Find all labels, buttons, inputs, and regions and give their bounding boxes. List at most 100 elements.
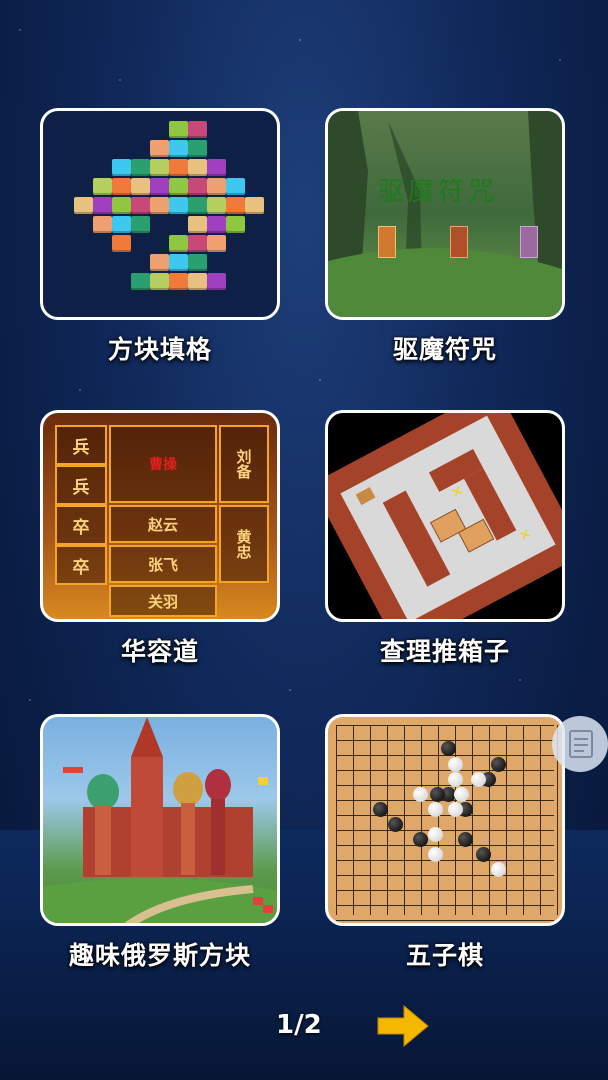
board-line	[523, 725, 524, 915]
black-stone	[476, 847, 491, 862]
board-line	[336, 920, 554, 921]
puzzle-block	[188, 235, 207, 252]
game-card-gomoku[interactable]	[325, 714, 565, 926]
board-line	[336, 725, 554, 726]
piece-huangzhong: 黄忠	[219, 505, 269, 583]
game-title-huarongdao: 华容道	[120, 637, 199, 666]
game-title-sokoban: 查理推箱子	[379, 637, 510, 666]
white-stone	[448, 802, 463, 817]
board-line	[506, 725, 507, 915]
board-line	[336, 860, 554, 861]
board-line	[455, 725, 456, 915]
puzzle-block	[131, 197, 150, 214]
white-stone	[428, 802, 443, 817]
board-line	[370, 725, 371, 915]
puzzle-block	[226, 216, 245, 233]
game-card-huarongdao[interactable]: 兵 兵 卒 卒 曹操 刘备 赵云 黄忠 张飞 关羽	[40, 410, 280, 622]
piece-zu-2: 卒	[55, 545, 107, 585]
piece-bing-1: 兵	[55, 425, 107, 465]
puzzle-block	[188, 273, 207, 290]
board-line	[438, 725, 439, 915]
puzzle-block	[131, 273, 150, 290]
game-card-exorcism[interactable]: 驱魔符咒	[325, 108, 565, 320]
white-stone	[448, 772, 463, 787]
puzzle-block	[169, 197, 188, 214]
black-stone	[491, 757, 506, 772]
game-title-block-fill: 方块填格	[107, 335, 212, 364]
puzzle-block	[188, 178, 207, 195]
puzzle-block	[188, 254, 207, 271]
puzzle-block	[188, 216, 207, 233]
puzzle-block	[150, 273, 169, 290]
puzzle-block	[207, 197, 226, 214]
puzzle-block	[188, 197, 207, 214]
puzzle-block	[188, 121, 207, 138]
white-stone	[428, 847, 443, 862]
puzzle-block	[112, 159, 131, 176]
puzzle-block	[169, 121, 188, 138]
puzzle-block	[169, 140, 188, 157]
white-stone	[428, 827, 443, 842]
side-document-button[interactable]	[552, 716, 608, 772]
piece-zu-1: 卒	[55, 505, 107, 545]
puzzle-block	[112, 178, 131, 195]
board-line	[404, 725, 405, 915]
talisman-2	[450, 226, 468, 258]
puzzle-block	[207, 159, 226, 176]
piece-zhangfei: 张飞	[109, 545, 217, 583]
forest-scene	[328, 111, 562, 317]
white-stone	[491, 862, 506, 877]
black-stone	[430, 787, 445, 802]
puzzle-block	[188, 140, 207, 157]
board-line	[472, 725, 473, 915]
board-line	[387, 725, 388, 915]
next-page-button[interactable]	[376, 1004, 430, 1048]
board-line	[336, 815, 554, 816]
puzzle-block	[150, 178, 169, 195]
black-stone	[458, 832, 473, 847]
puzzle-block	[226, 197, 245, 214]
puzzle-block	[226, 178, 245, 195]
board-line	[336, 875, 554, 876]
puzzle-block	[131, 159, 150, 176]
piece-guanyu: 关羽	[109, 585, 217, 617]
board-line	[353, 725, 354, 915]
puzzle-block	[207, 178, 226, 195]
puzzle-block	[112, 216, 131, 233]
puzzle-block	[169, 273, 188, 290]
puzzle-block	[150, 159, 169, 176]
white-stone	[413, 787, 428, 802]
board-line	[336, 905, 554, 906]
white-stone	[471, 772, 486, 787]
puzzle-block	[169, 254, 188, 271]
black-stone	[441, 741, 456, 756]
piece-liubei: 刘备	[219, 425, 269, 503]
arrow-right-icon	[377, 1004, 429, 1048]
puzzle-block	[150, 140, 169, 157]
page-indicator: 1/2	[276, 1010, 322, 1040]
game-card-tetris[interactable]	[40, 714, 280, 926]
puzzle-block	[112, 197, 131, 214]
talisman-1	[378, 226, 396, 258]
piece-caocao: 曹操	[109, 425, 217, 503]
puzzle-block	[207, 235, 226, 252]
game-card-sokoban[interactable]: ✕ ✕	[325, 410, 565, 622]
piece-zhaoyun: 赵云	[109, 505, 217, 543]
puzzle-block	[74, 197, 93, 214]
puzzle-block	[245, 197, 264, 214]
block-puzzle-preview	[43, 111, 277, 317]
board-line	[336, 785, 554, 786]
game-title-tetris: 趣味俄罗斯方块	[68, 941, 251, 970]
puzzle-block	[112, 235, 131, 252]
gomoku-board	[328, 717, 562, 923]
sokoban-board: ✕ ✕	[328, 413, 562, 619]
board-line	[336, 770, 554, 771]
puzzle-block	[93, 197, 112, 214]
puzzle-block	[93, 216, 112, 233]
board-line	[336, 845, 554, 846]
board-line	[336, 890, 554, 891]
puzzle-block	[131, 178, 150, 195]
game-card-block-fill[interactable]	[40, 108, 280, 320]
puzzle-block	[188, 159, 207, 176]
board-line	[336, 830, 554, 831]
